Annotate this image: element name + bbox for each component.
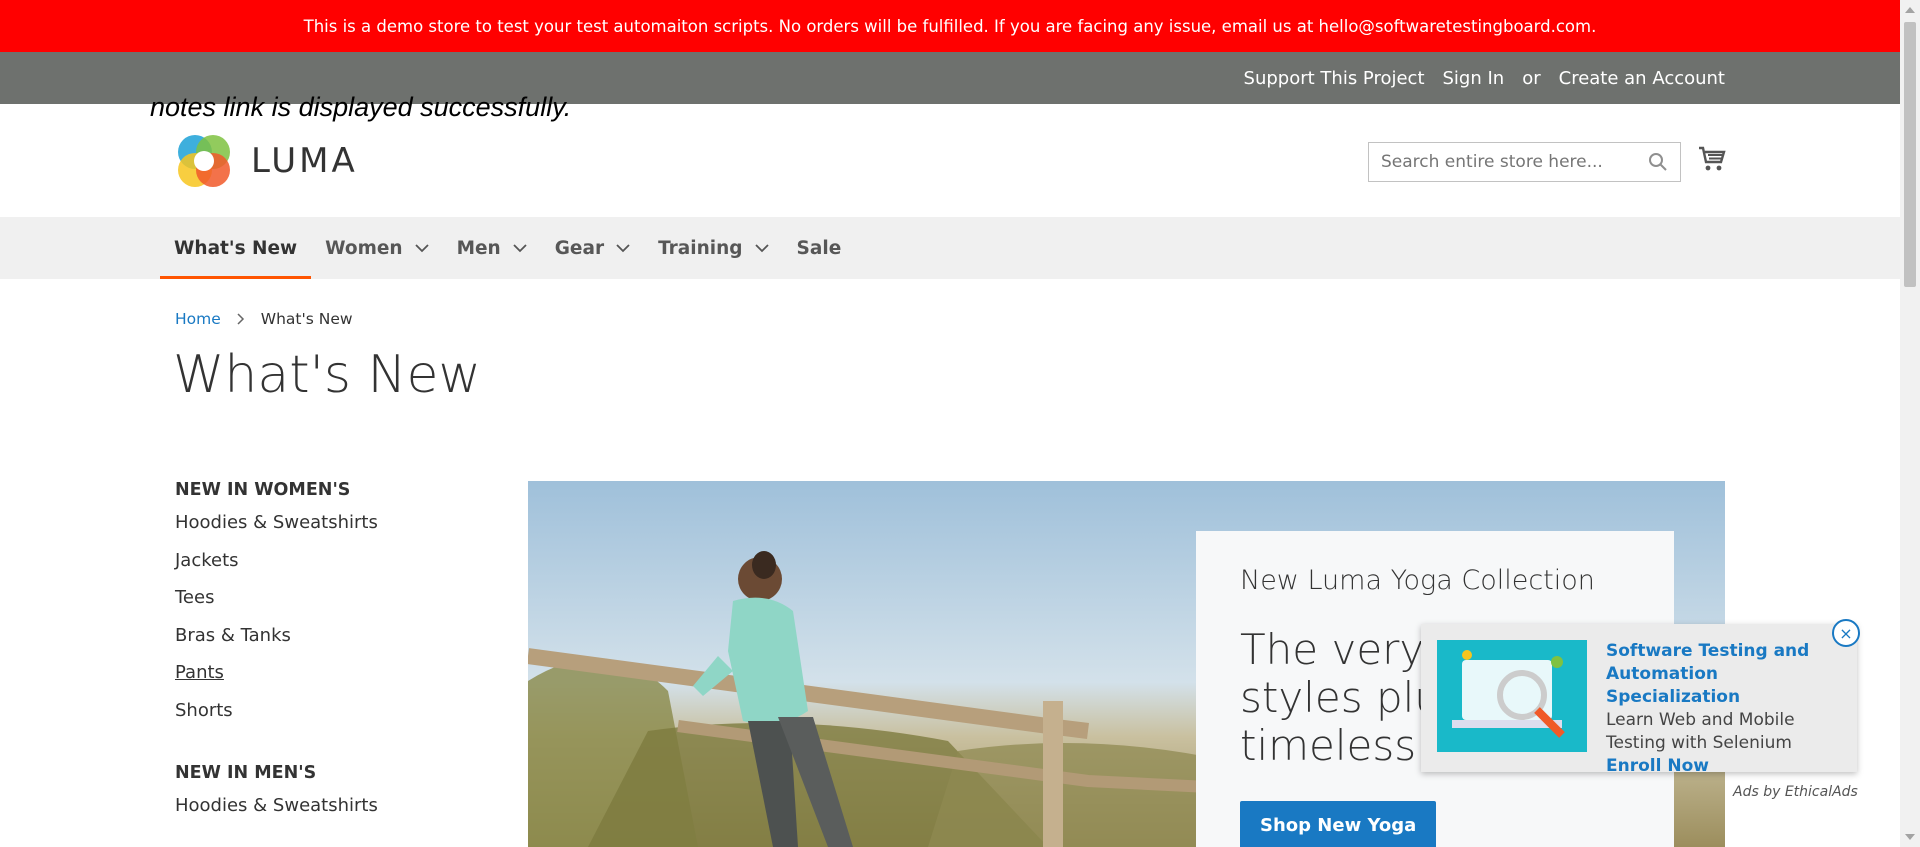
category-sidebar: NEW IN WOMEN'S Hoodies & Sweatshirts Jac… — [175, 480, 495, 831]
ad-body: Learn Web and Mobile Testing with Seleni… — [1606, 710, 1795, 753]
sidebar-item-women-jackets[interactable]: Jackets — [175, 548, 495, 586]
chevron-down-icon — [616, 244, 630, 253]
chevron-down-icon — [414, 244, 429, 253]
breadcrumb-current: What's New — [260, 310, 353, 328]
nav-item-whats-new[interactable]: What's New — [160, 217, 312, 279]
sidebar-item-women-bras-tanks[interactable]: Bras & Tanks — [175, 623, 495, 661]
close-icon[interactable]: × — [1832, 619, 1860, 647]
sidebar-item-label: Jackets — [175, 549, 239, 571]
scroll-down-arrow-icon[interactable] — [1905, 834, 1915, 840]
sidebar-item-women-hoodies[interactable]: Hoodies & Sweatshirts — [175, 510, 495, 548]
women-heading: NEW IN WOMEN'S — [175, 480, 351, 500]
nav-label: Men — [456, 237, 501, 259]
cart-button[interactable] — [1697, 144, 1727, 178]
sidebar-item-label: Hoodies & Sweatshirts — [175, 512, 378, 533]
search-icon[interactable] — [1648, 152, 1668, 172]
ads-by-ethicalads[interactable]: Ads by EthicalAds — [1733, 784, 1858, 800]
nav-label: Sale — [796, 237, 842, 259]
nav-item-training[interactable]: Training — [644, 217, 782, 279]
search-placeholder: Search entire store here... — [1381, 152, 1603, 172]
nav-item-men[interactable]: Men — [443, 217, 541, 279]
nav-label: Gear — [554, 237, 605, 259]
nav-item-gear[interactable]: Gear — [541, 217, 644, 279]
sign-in-link[interactable]: Sign In — [1443, 68, 1505, 89]
logo-text: LUMA — [251, 141, 358, 181]
demo-store-banner: This is a demo store to test your test a… — [0, 0, 1900, 52]
support-project-link[interactable]: Support This Project — [1244, 68, 1425, 89]
ad-text: Software Testing and Automation Speciali… — [1606, 640, 1838, 778]
main-nav: What's New Women Men Gear Training Sale — [0, 217, 1900, 279]
chevron-down-icon — [513, 244, 527, 253]
scroll-up-arrow-icon[interactable] — [1905, 7, 1915, 13]
breadcrumb: Home What's New — [175, 310, 353, 328]
scrollbar[interactable] — [1900, 0, 1920, 847]
sidebar-item-women-pants[interactable]: Pants — [175, 660, 495, 698]
ethical-ad-popup[interactable]: Software Testing and Automation Speciali… — [1421, 624, 1857, 776]
sidebar-item-label: Hoodies & Sweatshirts — [175, 795, 378, 816]
sidebar-item-women-shorts[interactable]: Shorts — [175, 698, 495, 736]
nav-label: Women — [325, 237, 403, 259]
hero-kicker: New Luma Yoga Collection — [1240, 565, 1595, 596]
nav-label: What's New — [174, 237, 298, 259]
notes-overlay-text: notes link is displayed successfully. — [150, 92, 572, 122]
ad-enroll-link[interactable]: Enroll Now — [1606, 756, 1709, 776]
sidebar-item-women-tees[interactable]: Tees — [175, 585, 495, 623]
ad-illustration-icon — [1437, 640, 1587, 752]
breadcrumb-home-link[interactable]: Home — [175, 310, 221, 328]
ad-title-link[interactable]: Software Testing and Automation Speciali… — [1606, 640, 1838, 709]
sidebar-item-label: Bras & Tanks — [175, 624, 291, 646]
sidebar-item-label: Tees — [175, 587, 215, 608]
create-account-link[interactable]: Create an Account — [1559, 68, 1725, 89]
or-separator: or — [1522, 67, 1541, 89]
sidebar-item-label: Shorts — [175, 699, 233, 721]
nav-label: Training — [658, 237, 743, 259]
scrollbar-thumb[interactable] — [1904, 22, 1916, 287]
search-input[interactable]: Search entire store here... — [1368, 142, 1681, 182]
luma-logo[interactable]: LUMA — [175, 132, 358, 190]
sidebar-item-men-hoodies[interactable]: Hoodies & Sweatshirts — [175, 793, 495, 831]
cart-icon — [1699, 146, 1726, 171]
luma-logo-icon — [178, 135, 230, 187]
nav-item-women[interactable]: Women — [311, 217, 442, 279]
shop-new-yoga-button[interactable]: Shop New Yoga — [1240, 801, 1437, 847]
men-heading: NEW IN MEN'S — [175, 763, 317, 783]
ad-image — [1437, 640, 1587, 752]
demo-banner-text: This is a demo store to test your test a… — [303, 16, 1597, 36]
sidebar-item-label: Pants — [175, 662, 224, 683]
nav-item-sale[interactable]: Sale — [783, 217, 856, 279]
chevron-right-icon — [237, 313, 244, 325]
chevron-down-icon — [754, 244, 769, 253]
page-title: What's New — [173, 345, 481, 405]
